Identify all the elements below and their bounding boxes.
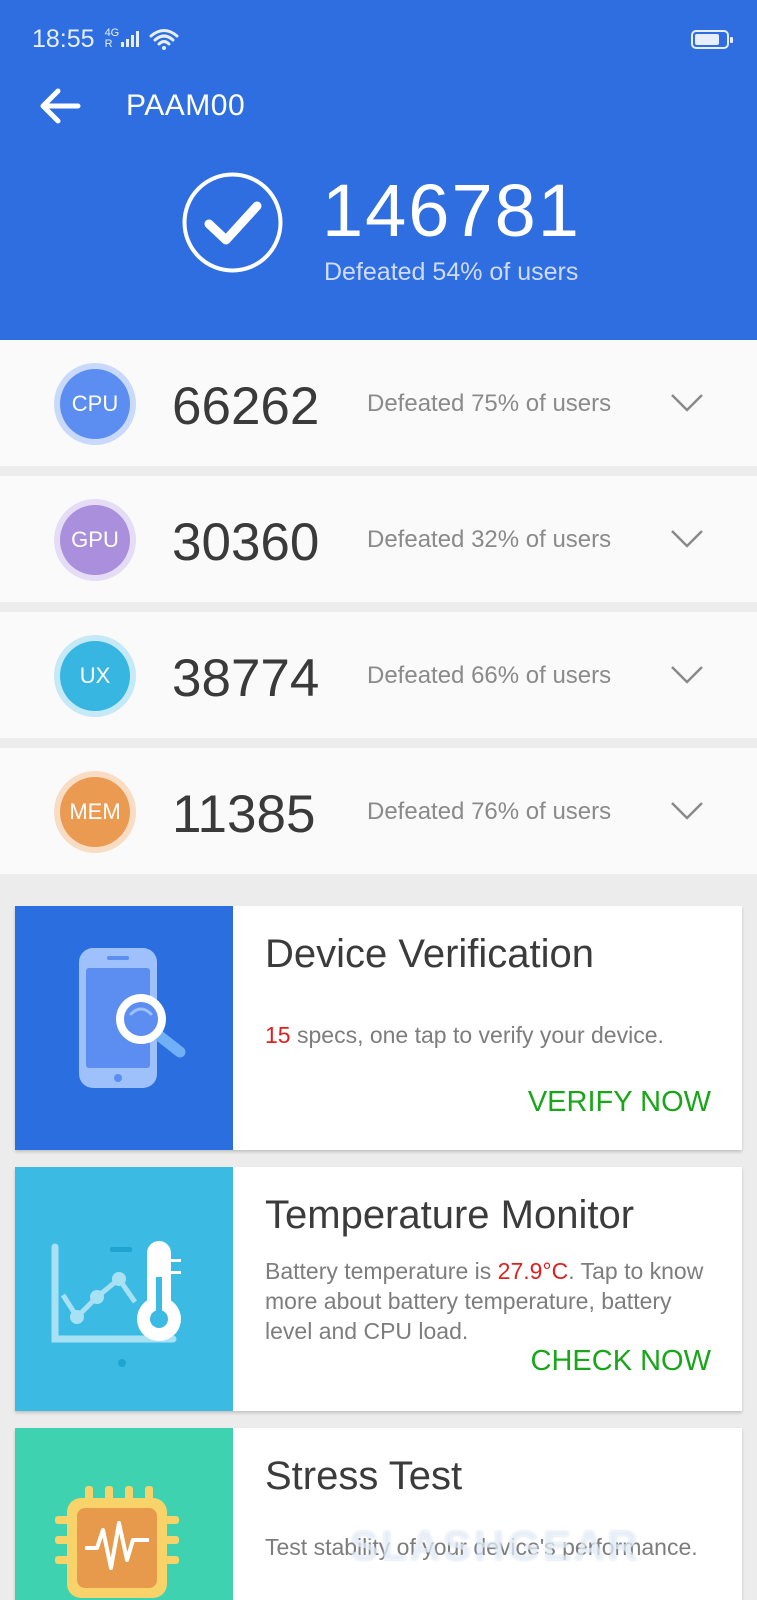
watermark: SLASHGEAR	[350, 1522, 641, 1569]
gpu-defeated-text: Defeated 32% of users	[367, 526, 612, 553]
chevron-down-icon[interactable]	[670, 800, 704, 822]
score-row-gpu[interactable]: GPU 30360 Defeated 32% of users	[0, 476, 757, 602]
gpu-score: 30360	[172, 513, 320, 572]
temperature-monitor-desc: Battery temperature is 27.9°C. Tap to kn…	[265, 1256, 715, 1346]
mem-defeated-text: Defeated 76% of users	[367, 798, 612, 825]
device-verification-card[interactable]: Device Verification 15 specs, one tap to…	[15, 906, 742, 1150]
ux-score: 38774	[172, 649, 320, 708]
stress-test-title: Stress Test	[265, 1454, 463, 1498]
ux-badge-label: UX	[60, 641, 130, 711]
temperature-monitor-art	[15, 1167, 233, 1411]
cpu-badge-label: CPU	[60, 369, 130, 439]
battery-temperature: 27.9°C	[497, 1258, 569, 1284]
back-arrow-icon[interactable]	[38, 86, 82, 126]
chevron-down-icon[interactable]	[670, 392, 704, 414]
score-row-ux[interactable]: UX 38774 Defeated 66% of users	[0, 612, 757, 738]
verify-now-button[interactable]: VERIFY NOW	[528, 1086, 711, 1119]
roaming-label: R	[104, 38, 113, 50]
network-indicator: 4G R	[101, 28, 120, 50]
ux-defeated-text: Defeated 66% of users	[367, 662, 612, 689]
header: 18:55 4G R PAAM00 146781 Defeated 54% of…	[0, 0, 757, 340]
spec-count: 15	[265, 1022, 291, 1048]
stress-test-art	[15, 1428, 233, 1600]
mem-badge-label: MEM	[60, 777, 130, 847]
total-defeated-text: Defeated 54% of users	[324, 258, 579, 286]
temperature-monitor-title: Temperature Monitor	[265, 1193, 635, 1237]
mem-badge: MEM	[54, 771, 136, 853]
check-now-button[interactable]: CHECK NOW	[531, 1345, 711, 1378]
page-title: PAAM00	[126, 89, 246, 122]
ux-badge: UX	[54, 635, 136, 717]
device-verification-desc-text: specs, one tap to verify your device.	[290, 1022, 664, 1048]
cpu-defeated-text: Defeated 75% of users	[367, 390, 612, 417]
phone-search-icon	[79, 948, 186, 1088]
chevron-down-icon[interactable]	[670, 528, 704, 550]
stress-test-card[interactable]: Stress Test Test stability of your devic…	[15, 1428, 742, 1600]
temperature-monitor-card[interactable]: Temperature Monitor Battery temperature …	[15, 1167, 742, 1411]
score-row-mem[interactable]: MEM 11385 Defeated 76% of users	[0, 748, 757, 874]
wifi-icon	[149, 29, 179, 50]
status-bar: 18:55 4G R	[32, 24, 733, 54]
chevron-down-icon[interactable]	[670, 664, 704, 686]
chip-icon	[55, 1486, 179, 1598]
device-verification-title: Device Verification	[265, 932, 595, 976]
battery-icon	[691, 29, 733, 49]
mem-score: 11385	[172, 785, 316, 844]
total-score: 146781	[322, 169, 581, 252]
signal-icon	[121, 31, 140, 47]
score-row-cpu[interactable]: CPU 66262 Defeated 75% of users	[0, 340, 757, 466]
gpu-badge-label: GPU	[60, 505, 130, 575]
temp-desc-pre: Battery temperature is	[265, 1258, 498, 1284]
cpu-badge: CPU	[54, 363, 136, 445]
cpu-score: 66262	[172, 377, 320, 436]
device-verification-desc: 15 specs, one tap to verify your device.	[265, 1020, 715, 1050]
status-time: 18:55	[32, 24, 95, 53]
thermometer-chart-icon	[51, 1241, 181, 1367]
checkmark-circle-icon	[182, 172, 283, 273]
device-verification-art	[15, 906, 233, 1150]
gpu-badge: GPU	[54, 499, 136, 581]
